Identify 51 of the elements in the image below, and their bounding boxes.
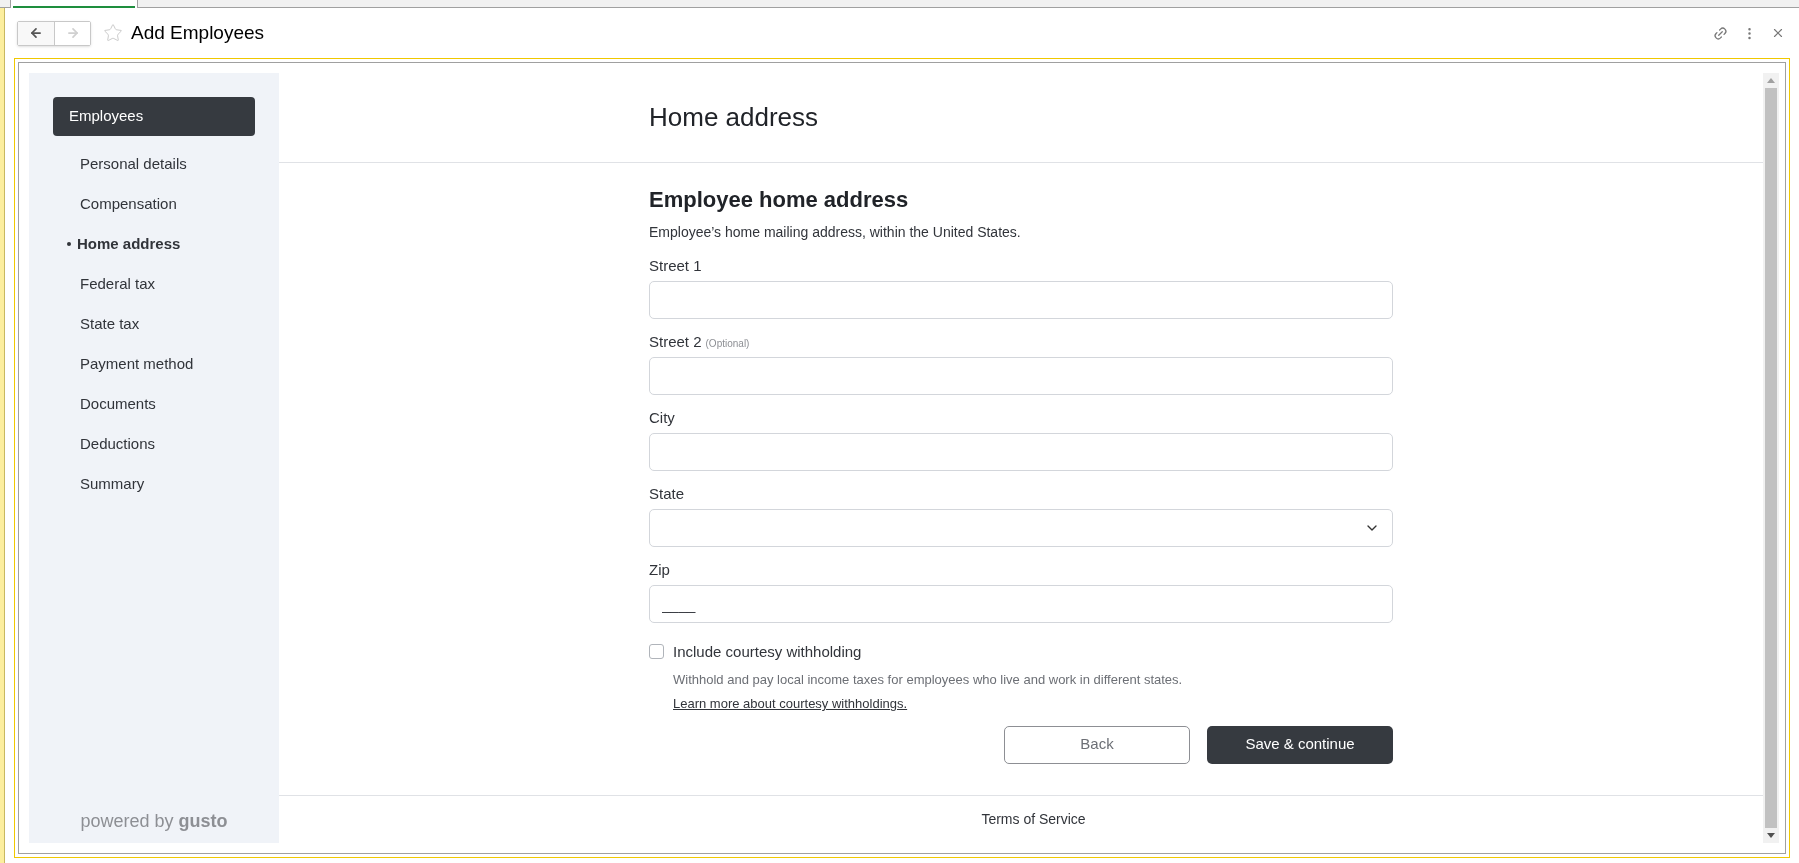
scroll-up-icon[interactable] xyxy=(1767,78,1775,83)
sidebar-item[interactable]: Summary xyxy=(53,464,255,504)
field-label: State xyxy=(649,484,685,504)
sidebar-item-label: State tax xyxy=(80,313,140,334)
input-field[interactable] xyxy=(649,357,1393,395)
sidebar-item-label: Personal details xyxy=(80,153,187,174)
sidebar-heading[interactable]: Employees xyxy=(53,97,255,136)
sidebar-item[interactable]: Compensation xyxy=(53,184,255,224)
sidebar-item[interactable]: Documents xyxy=(53,384,255,424)
checkbox-description: Withhold and pay local income taxes for employees who live and work in different states. xyxy=(673,670,1183,689)
sidebar-item-label: Documents xyxy=(80,393,156,414)
checkbox-label: Include courtesy withholding xyxy=(673,642,863,662)
close-icon[interactable] xyxy=(1771,26,1785,40)
sidebar-item[interactable]: Deductions xyxy=(53,424,255,464)
sidebar-item-label: Federal tax xyxy=(80,273,156,294)
section-description: Employee’s home mailing address, within the United States. xyxy=(649,223,1022,242)
field-label: Street 1 xyxy=(649,256,702,276)
optional-note: (Optional) xyxy=(705,337,750,351)
window-title: Add Employees xyxy=(131,20,265,45)
sidebar-item[interactable]: Home address xyxy=(53,224,255,264)
bullet-icon xyxy=(67,242,71,246)
back-button[interactable]: Back xyxy=(1004,725,1190,764)
star-icon[interactable] xyxy=(103,23,123,43)
powered-by-logo: powered by gusto xyxy=(80,810,228,833)
learn-more-link[interactable]: Learn more about courtesy withholdings. xyxy=(673,694,908,714)
scroll-down-icon[interactable] xyxy=(1767,833,1775,838)
section-title: Employee home address xyxy=(649,186,910,214)
input-field[interactable] xyxy=(649,281,1393,319)
field-label: City xyxy=(649,408,675,428)
field-label: Zip xyxy=(649,560,670,580)
browser-tab[interactable] xyxy=(10,0,138,8)
checkbox[interactable] xyxy=(649,644,664,659)
sidebar-item-label: Payment method xyxy=(80,353,194,374)
terms-link[interactable]: Terms of Service xyxy=(956,809,1086,830)
scrollbar[interactable] xyxy=(1763,73,1779,843)
save-button[interactable]: Save & continue xyxy=(1207,725,1393,764)
sidebar-item-label: Summary xyxy=(80,473,145,494)
input-field[interactable]: ____ xyxy=(649,585,1393,623)
sidebar-item-label: Compensation xyxy=(80,193,177,214)
sidebar-item-label: Home address xyxy=(77,233,181,254)
arrow-right-icon xyxy=(65,26,80,40)
sidebar-item[interactable]: Payment method xyxy=(53,344,255,384)
back-button[interactable] xyxy=(18,21,54,45)
page-title: Home address xyxy=(649,101,819,134)
sidebar-item[interactable]: Federal tax xyxy=(53,264,255,304)
input-field[interactable] xyxy=(649,433,1393,471)
field-label: Street 2 xyxy=(649,332,702,352)
state-select[interactable] xyxy=(649,509,1393,547)
sidebar-item-label: Deductions xyxy=(80,433,156,454)
sidebar-item[interactable]: Personal details xyxy=(53,144,255,184)
sidebar-item[interactable]: State tax xyxy=(53,304,255,344)
